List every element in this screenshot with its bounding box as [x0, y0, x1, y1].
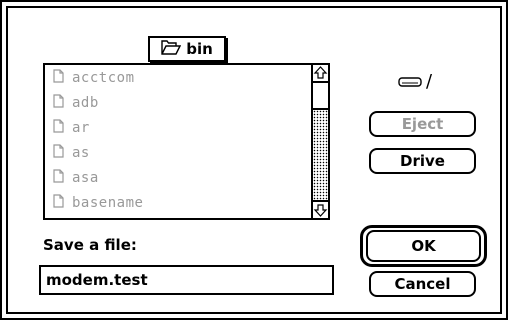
- list-item-name: basename: [72, 194, 144, 211]
- list-item[interactable]: basename: [45, 190, 311, 215]
- document-icon: [53, 143, 64, 162]
- list-item[interactable]: adb: [45, 90, 311, 115]
- list-item-name: asa: [72, 169, 99, 186]
- cancel-button[interactable]: Cancel: [369, 271, 476, 297]
- folder-popup-label: bin: [186, 40, 213, 58]
- list-item[interactable]: as: [45, 140, 311, 165]
- open-folder-icon: [161, 39, 182, 59]
- file-list[interactable]: acctcom adb ar as asa basename: [43, 63, 330, 220]
- eject-button[interactable]: Eject: [369, 111, 476, 137]
- list-item-name: acctcom: [72, 69, 135, 86]
- list-item[interactable]: ar: [45, 115, 311, 140]
- list-item[interactable]: acctcom: [45, 65, 311, 90]
- document-icon: [53, 193, 64, 212]
- filename-field[interactable]: modem.test: [39, 265, 334, 295]
- volume-indicator: /: [398, 71, 432, 92]
- floppy-disk-icon: [398, 72, 422, 91]
- volume-name: /: [426, 71, 433, 92]
- save-prompt-label: Save a file:: [43, 236, 137, 254]
- drive-button[interactable]: Drive: [369, 148, 476, 174]
- scroll-thumb[interactable]: [313, 83, 328, 110]
- ok-button[interactable]: OK: [366, 230, 481, 262]
- list-item-name: adb: [72, 94, 99, 111]
- vertical-scrollbar[interactable]: [311, 65, 328, 218]
- document-icon: [53, 168, 64, 187]
- list-item-name: ar: [72, 119, 90, 136]
- list-item-name: as: [72, 144, 90, 161]
- folder-popup-menu[interactable]: bin: [148, 36, 226, 62]
- scroll-down-arrow-icon[interactable]: [313, 200, 328, 218]
- document-icon: [53, 93, 64, 112]
- list-item[interactable]: asa: [45, 165, 311, 190]
- document-icon: [53, 68, 64, 87]
- scroll-up-arrow-icon[interactable]: [313, 65, 328, 83]
- document-icon: [53, 118, 64, 137]
